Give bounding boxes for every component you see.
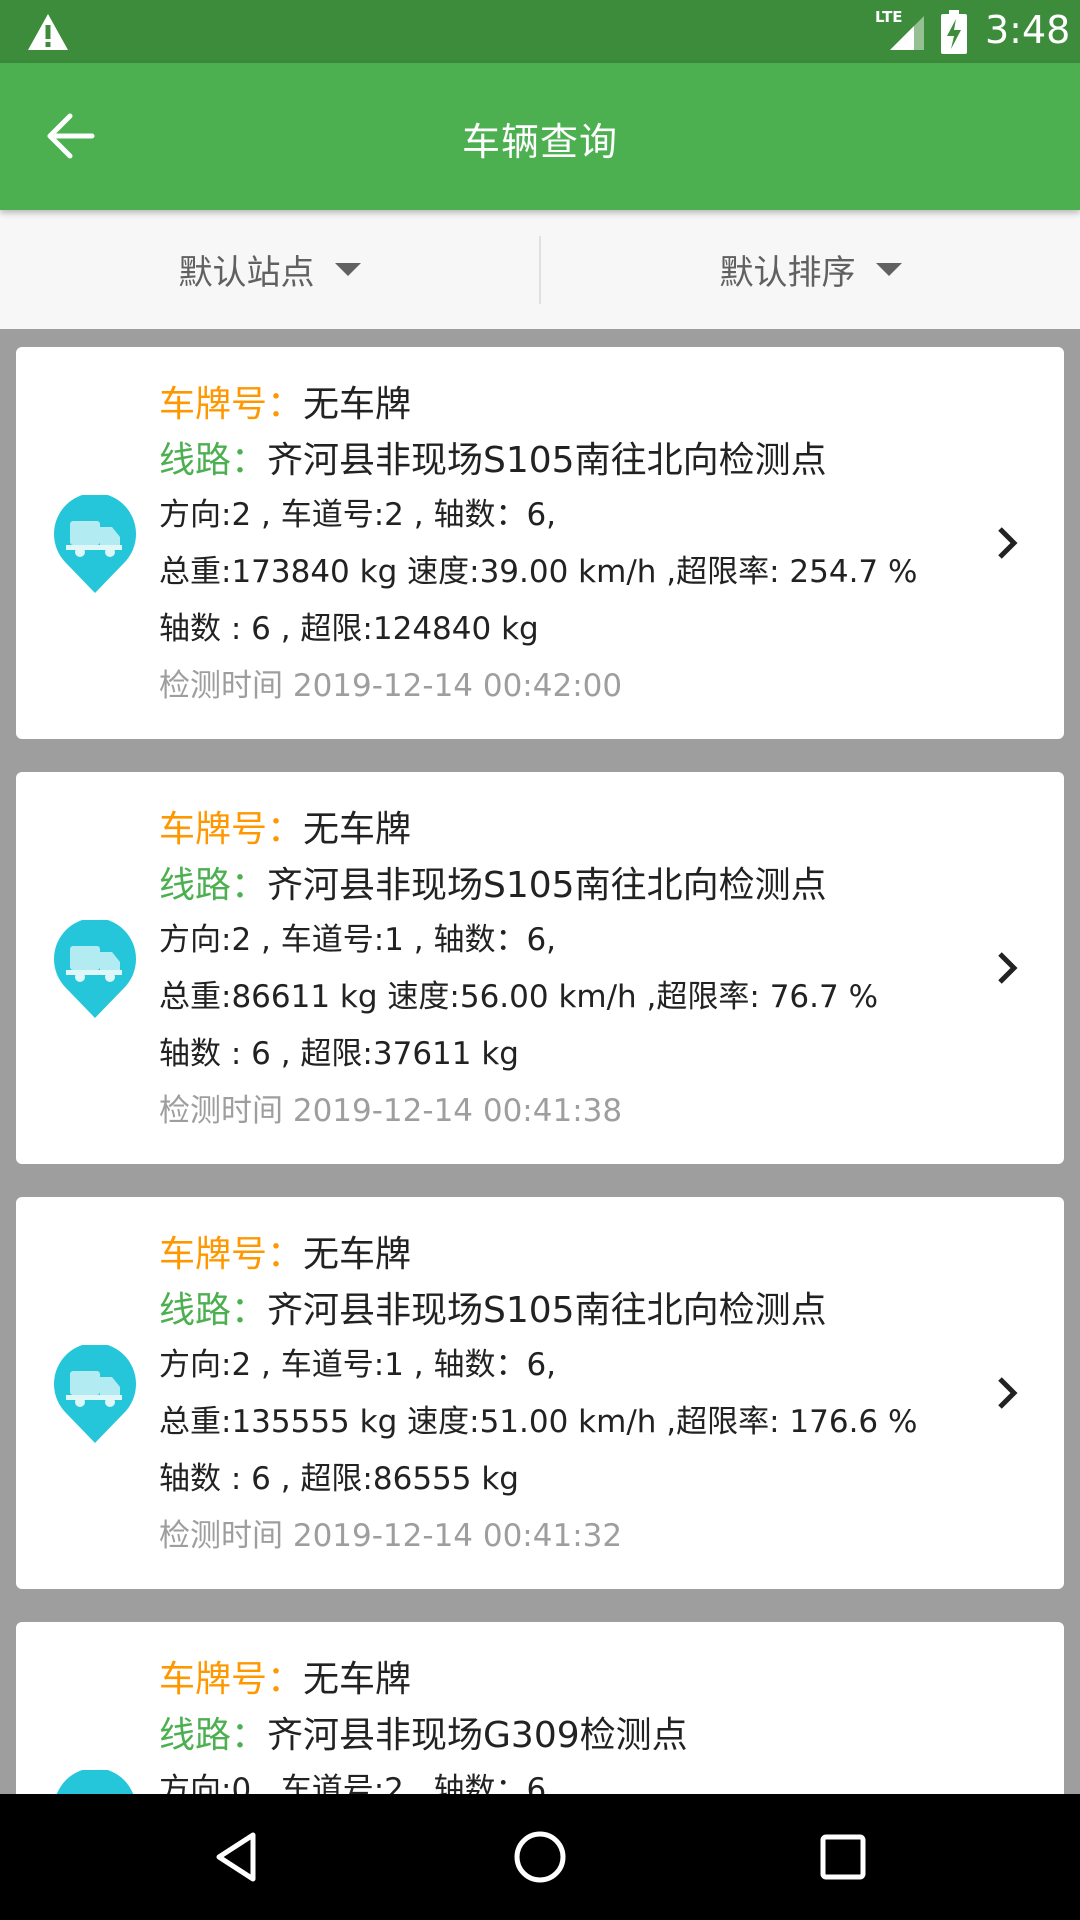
signal-icon xyxy=(890,16,924,50)
truck-pin-icon xyxy=(54,920,136,1018)
plate-label: 车牌号： xyxy=(159,809,304,850)
route-label: 线路： xyxy=(159,1715,268,1756)
weight-speed-overload-rate: 总重:86611 kg 速度:56.00 km/h ,超限率: 76.7 % xyxy=(159,979,879,1015)
direction-lane-axle: 方向:2 , 车道号:1 , 轴数：6, xyxy=(159,922,557,958)
app-bar: 车辆查询 xyxy=(0,63,1080,210)
plate-row: 车牌号：无车牌 xyxy=(159,1650,411,1702)
vehicle-card[interactable]: 车牌号：无车牌 线路：齐河县非现场S105南往北向检测点 方向:2 , 车道号:… xyxy=(16,1197,1064,1589)
direction-lane-axle: 方向:0 , 车道号:2 , 轴数：6 xyxy=(159,1772,547,1794)
plate-value: 无车牌 xyxy=(303,1234,412,1275)
axle-overload-weight: 轴数 : 6 , 超限:124840 kg xyxy=(159,611,539,647)
route-label: 线路： xyxy=(159,1290,268,1331)
route-row: 线路：齐河县非现场S105南往北向检测点 xyxy=(159,1281,827,1333)
page-title: 车辆查询 xyxy=(461,120,618,164)
truck-pin-icon xyxy=(56,1770,134,1794)
plate-value: 无车牌 xyxy=(303,384,412,425)
plate-value: 无车牌 xyxy=(303,1659,412,1700)
route-row: 线路：齐河县非现场S105南往北向检测点 xyxy=(159,431,827,483)
axle-overload-weight: 轴数 : 6 , 超限:37611 kg xyxy=(159,1036,519,1072)
plate-label: 车牌号： xyxy=(159,384,304,425)
direction-lane-axle: 方向:2 , 车道号:2 , 轴数：6, xyxy=(159,497,557,533)
route-label: 线路： xyxy=(159,865,268,906)
detection-time: 检测时间 2019-12-14 00:41:38 xyxy=(159,1093,623,1129)
plate-row: 车牌号：无车牌 xyxy=(159,375,411,427)
status-time: 3:48 xyxy=(985,8,1071,52)
route-value: 齐河县非现场S105南往北向检测点 xyxy=(267,865,827,906)
route-row: 线路：齐河县非现场S105南往北向检测点 xyxy=(159,856,827,908)
status-bar: LTE 3:48 xyxy=(0,0,1080,63)
battery-charging-icon xyxy=(941,10,967,54)
truck-pin-icon xyxy=(54,1345,136,1443)
detection-time: 检测时间 2019-12-14 00:42:00 xyxy=(159,668,623,704)
plate-value: 无车牌 xyxy=(303,809,412,850)
warning-icon xyxy=(28,14,68,50)
route-label: 线路： xyxy=(159,440,268,481)
weight-speed-overload-rate: 总重:173840 kg 速度:39.00 km/h ,超限率: 254.7 % xyxy=(159,554,918,590)
filter-bar: 默认站点 默认排序 xyxy=(0,210,1080,329)
route-value: 齐河县非现场S105南往北向检测点 xyxy=(267,1290,827,1331)
weight-speed-overload-rate: 总重:135555 kg 速度:51.00 km/h ,超限率: 176.6 % xyxy=(159,1404,918,1440)
triangle-down-icon xyxy=(875,263,902,276)
detection-time: 检测时间 2019-12-14 00:41:32 xyxy=(159,1518,623,1554)
vehicle-card[interactable]: 车牌号：无车牌 线路：齐河县非现场S105南往北向检测点 方向:2 , 车道号:… xyxy=(16,347,1064,739)
route-value: 齐河县非现场G309检测点 xyxy=(267,1715,688,1756)
square-recents-icon[interactable] xyxy=(813,1827,873,1887)
route-value: 齐河县非现场S105南往北向检测点 xyxy=(267,440,827,481)
chevron-right-icon xyxy=(998,1377,1018,1409)
plate-row: 车牌号：无车牌 xyxy=(159,800,411,852)
navigation-bar xyxy=(0,1794,1080,1920)
direction-lane-axle: 方向:2 , 车道号:1 , 轴数：6, xyxy=(159,1347,557,1383)
chevron-right-icon xyxy=(998,527,1018,559)
circle-home-icon[interactable] xyxy=(510,1827,570,1887)
station-filter-dropdown[interactable]: 默认站点 xyxy=(0,210,539,329)
plate-label: 车牌号： xyxy=(159,1659,304,1700)
chevron-right-icon xyxy=(998,952,1018,984)
sort-filter-label: 默认排序 xyxy=(719,253,856,293)
vehicle-list[interactable]: 车牌号：无车牌 线路：齐河县非现场S105南往北向检测点 方向:2 , 车道号:… xyxy=(0,329,1080,1794)
plate-row: 车牌号：无车牌 xyxy=(159,1225,411,1277)
triangle-down-icon xyxy=(334,263,361,276)
station-filter-label: 默认站点 xyxy=(178,253,315,293)
sort-filter-dropdown[interactable]: 默认排序 xyxy=(541,210,1080,329)
triangle-back-icon[interactable] xyxy=(207,1827,267,1887)
truck-pin-icon xyxy=(54,495,136,593)
plate-label: 车牌号： xyxy=(159,1234,304,1275)
vehicle-card[interactable]: 车牌号：无车牌 线路：齐河县非现场G309检测点 方向:0 , 车道号:2 , … xyxy=(16,1622,1064,1794)
vehicle-card[interactable]: 车牌号：无车牌 线路：齐河县非现场S105南往北向检测点 方向:2 , 车道号:… xyxy=(16,772,1064,1164)
route-row: 线路：齐河县非现场G309检测点 xyxy=(159,1706,688,1758)
axle-overload-weight: 轴数 : 6 , 超限:86555 kg xyxy=(159,1461,519,1497)
